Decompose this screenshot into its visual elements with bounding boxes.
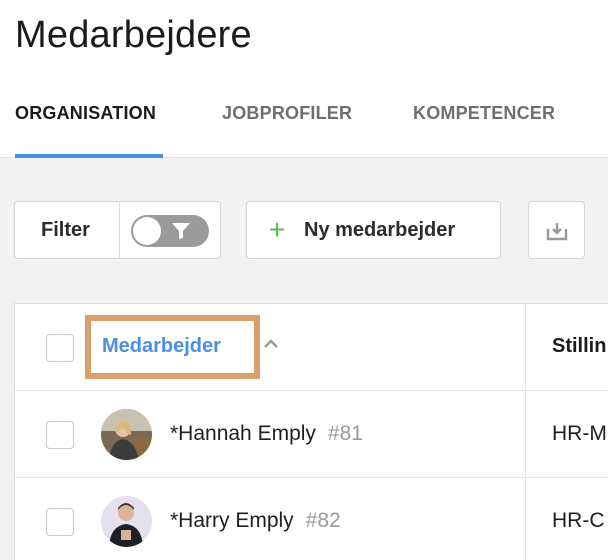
- chevron-up-icon[interactable]: [263, 337, 279, 349]
- plus-icon: +: [268, 214, 286, 245]
- employee-name-text: *Harry Emply: [170, 509, 294, 532]
- employee-title: HR-M: [552, 422, 607, 445]
- tab-label: ORGANISATION: [15, 103, 157, 123]
- tab-kompetencer[interactable]: KOMPETENCER: [413, 98, 559, 158]
- employee-name[interactable]: *Hannah Emply #81: [170, 417, 363, 451]
- avatar: [101, 496, 152, 547]
- table-header-row: Medarbejder Stillin: [15, 304, 608, 391]
- employee-id: #82: [305, 509, 341, 532]
- filter-control: Filter: [14, 201, 221, 259]
- toggle-knob: [133, 217, 161, 245]
- tab-bar: ORGANISATION JOBPROFILER KOMPETENCER: [0, 98, 608, 158]
- employee-table: Medarbejder Stillin *Hannah Emply #81 HR-…: [14, 303, 608, 560]
- column-header-employee[interactable]: Medarbejder: [102, 330, 221, 362]
- filter-label: Filter: [41, 219, 90, 241]
- employee-id: #81: [327, 422, 363, 445]
- employee-name[interactable]: *Harry Emply #82: [170, 504, 341, 538]
- funnel-icon: [172, 223, 190, 239]
- table-row[interactable]: *Harry Emply #82 HR-C: [15, 478, 608, 560]
- filter-toggle[interactable]: [131, 215, 209, 247]
- page-header: Medarbejdere ORGANISATION JOBPROFILER KO…: [0, 0, 608, 158]
- new-employee-button[interactable]: + Ny medarbejder: [246, 201, 501, 259]
- row-checkbox[interactable]: [46, 508, 74, 536]
- page-title: Medarbejdere: [15, 14, 252, 56]
- tab-label: JOBPROFILER: [222, 103, 353, 123]
- avatar: [101, 409, 152, 460]
- tab-jobprofiler[interactable]: JOBPROFILER: [222, 98, 354, 158]
- tab-label: KOMPETENCER: [413, 103, 556, 123]
- employee-title: HR-C: [552, 509, 605, 532]
- tab-organisation[interactable]: ORGANISATION: [15, 98, 163, 158]
- divider: [119, 202, 120, 258]
- column-header-title[interactable]: Stillin: [552, 330, 606, 362]
- export-button[interactable]: [528, 201, 585, 259]
- new-employee-label: Ny medarbejder: [304, 219, 456, 241]
- employee-name-text: *Hannah Emply: [170, 422, 316, 445]
- download-tray-icon: [546, 223, 568, 241]
- row-checkbox[interactable]: [46, 421, 74, 449]
- select-all-checkbox[interactable]: [46, 334, 74, 362]
- table-row[interactable]: *Hannah Emply #81 HR-M: [15, 391, 608, 478]
